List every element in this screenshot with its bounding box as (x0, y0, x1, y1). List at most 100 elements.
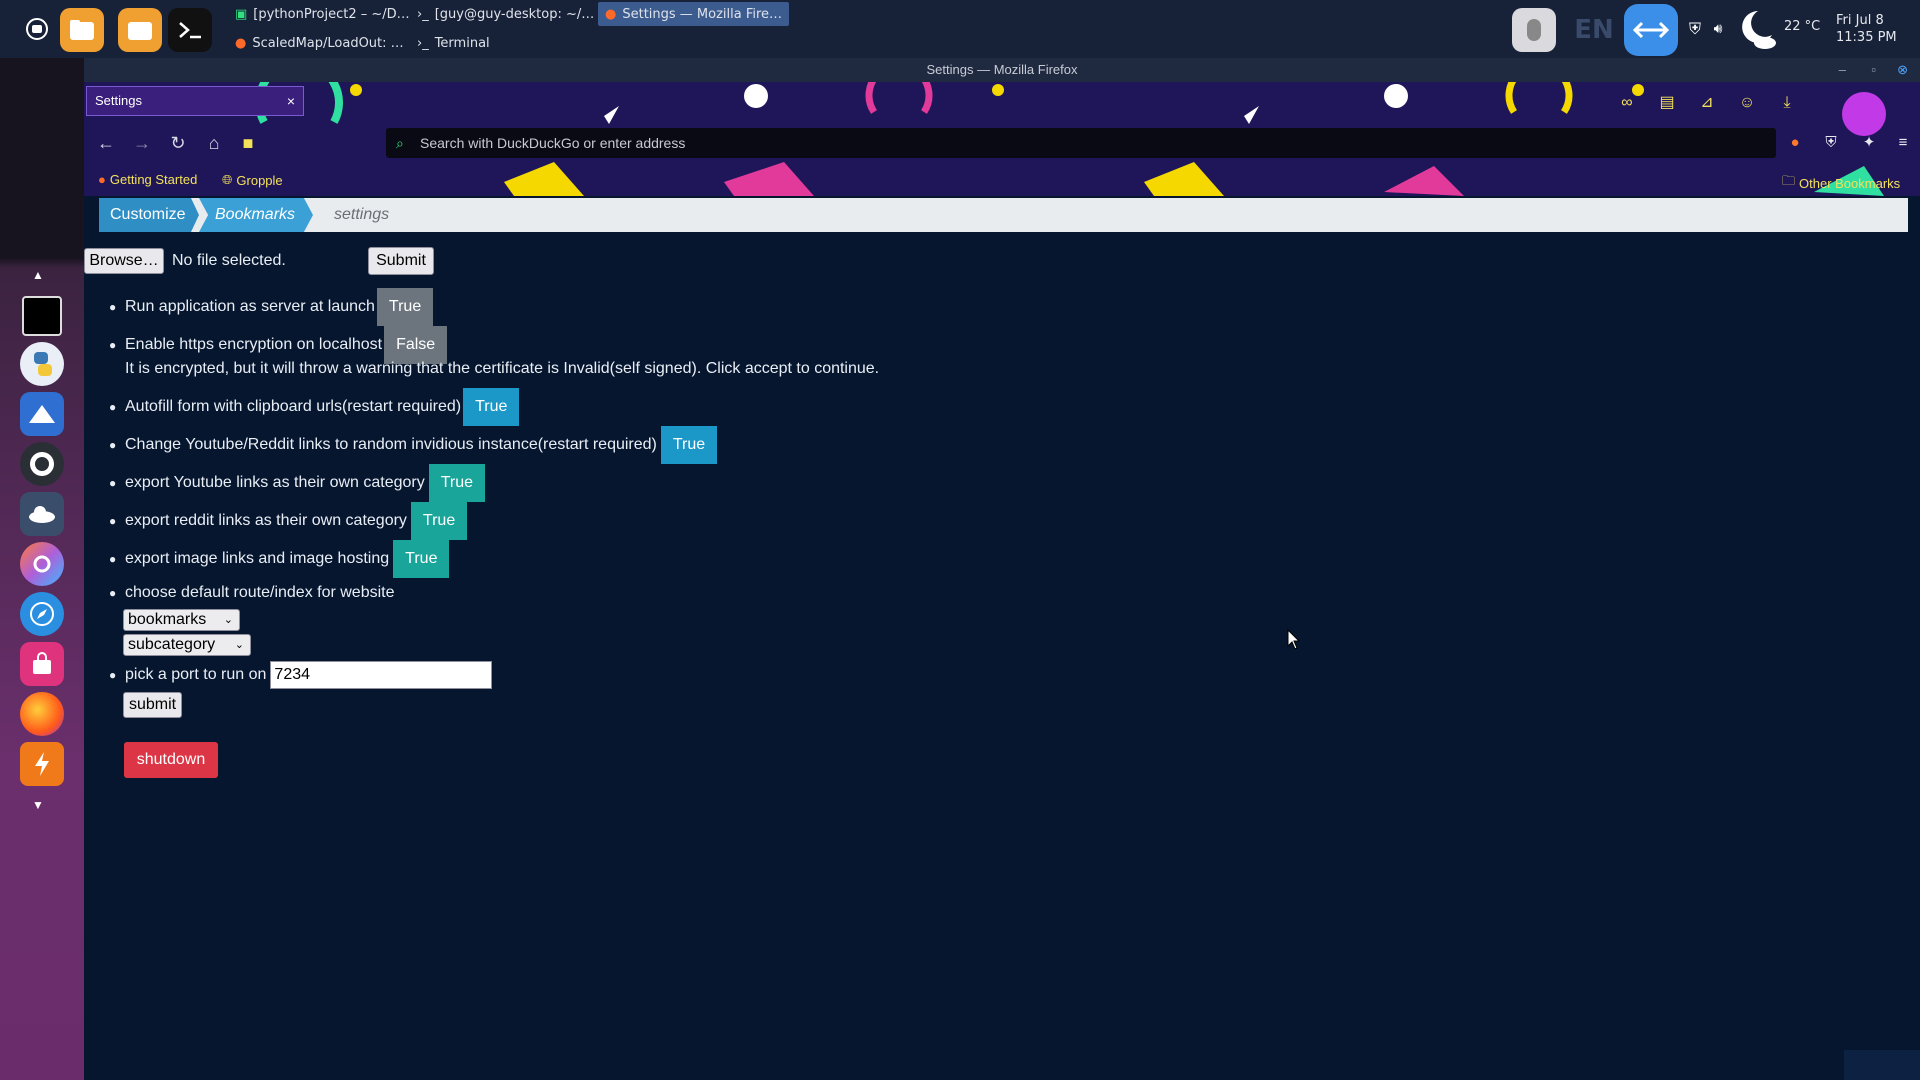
port-input[interactable] (270, 661, 493, 689)
toggle-server-launch-button[interactable]: True (376, 288, 434, 326)
setting-label: pick a port to run on (125, 666, 267, 683)
python-icon[interactable] (20, 342, 64, 386)
bullet: ● (109, 400, 117, 414)
remote-desktop-icon[interactable] (1624, 4, 1678, 56)
minimize-icon[interactable]: – (1839, 58, 1846, 82)
github-icon[interactable] (20, 442, 64, 486)
setting-youtube-category: ● export Youtube links as their own cate… (109, 464, 486, 502)
firefox-small-icon: ● (605, 6, 617, 22)
cast-icon[interactable]: ⊿ (1694, 90, 1720, 116)
toggle-youtube-button[interactable]: True (428, 464, 486, 502)
ublock-shield-icon[interactable]: ⛨ (1818, 130, 1844, 156)
search-icon: ⌕ (396, 135, 404, 151)
file-manager-icon[interactable] (118, 8, 162, 52)
port-submit-button[interactable]: submit (123, 692, 182, 718)
clock-time: 11:35 PM (1836, 30, 1897, 45)
firefox-small-icon: ● (235, 35, 247, 51)
dock-scroll-down-icon[interactable]: ▼ (32, 798, 44, 812)
browse-file-button[interactable]: Browse… (84, 248, 164, 274)
dock-scroll-up-icon[interactable]: ▲ (32, 268, 44, 282)
mouse-cursor-icon (1287, 629, 1301, 650)
subcategory-select[interactable]: subcategory ⌄ (123, 634, 251, 656)
breadcrumb-customize[interactable]: Customize (99, 198, 199, 232)
close-tab-icon[interactable]: × (287, 87, 295, 115)
toggle-invidious-button[interactable]: True (660, 426, 718, 464)
setting-https: ● Enable https encryption on localhost F… (109, 326, 448, 364)
route-select[interactable]: bookmarks ⌄ (123, 609, 240, 631)
lightning-icon[interactable] (20, 742, 64, 786)
task-scaledmap[interactable]: ● ScaledMap/LoadOut: … (228, 31, 411, 55)
dock: ▲ ▼ (0, 58, 84, 1080)
breadcrumb-bookmarks[interactable]: Bookmarks (199, 198, 313, 232)
setting-label: Run application as server at launch (125, 298, 375, 315)
clock-date: Fri Jul 8 (1836, 13, 1884, 28)
browser-chrome: Settings × ∞ ▤ ⊿ ☺ ⤓ ← → ↻ ⌂ ■ ⌕ Search … (84, 82, 1920, 196)
file-status: No file selected. (172, 252, 286, 269)
language-indicator[interactable]: EN (1572, 12, 1616, 48)
setting-label: choose default route/index for website (125, 584, 395, 601)
setting-label: Change Youtube/Reddit links to random in… (125, 436, 657, 453)
mouse-icon[interactable] (1512, 8, 1556, 52)
temperature-label: 22 °C (1784, 19, 1821, 34)
maximize-icon[interactable]: ▫ (1871, 58, 1876, 82)
route-select-value: bookmarks (128, 611, 207, 628)
clock[interactable]: Fri Jul 8 11:35 PM (1836, 12, 1897, 46)
task-pythonproject[interactable]: ▣ [pythonProject2 – ~/D… (228, 2, 417, 26)
duckduckgo-ext-icon[interactable]: ● (1782, 130, 1808, 156)
task-label: [guy@guy-desktop: ~/… (434, 6, 595, 22)
files-icon[interactable] (60, 8, 104, 52)
puzzle-extension-icon[interactable]: ✦ (1856, 130, 1882, 156)
setting-label: export Youtube links as their own catego… (125, 474, 425, 491)
setting-label: export image links and image hosting (125, 550, 390, 567)
vpn-mountain-icon[interactable] (20, 392, 64, 436)
containers-icon[interactable]: ▤ (1654, 90, 1680, 116)
forward-icon[interactable]: → (128, 128, 156, 158)
toggle-image-links-button[interactable]: True (393, 540, 450, 578)
bookmark-label: Gropple (236, 172, 283, 188)
address-bar[interactable]: ⌕ Search with DuckDuckGo or enter addres… (386, 128, 1776, 158)
app-menu-icon[interactable] (22, 14, 52, 44)
reload-icon[interactable]: ↻ (164, 128, 192, 158)
volume-icon[interactable]: 🔊︎ (1708, 18, 1728, 40)
shield-icon[interactable]: ⛨ (1684, 18, 1706, 40)
toggle-reddit-button[interactable]: True (410, 502, 468, 540)
terminal-icon[interactable] (168, 8, 212, 52)
toggle-autofill-button[interactable]: True (463, 388, 520, 426)
browser-compass-icon[interactable] (20, 592, 64, 636)
shopping-bag-icon[interactable] (20, 642, 64, 686)
firefox-icon[interactable] (20, 692, 64, 736)
firefox-dev-icon[interactable] (20, 542, 64, 586)
toggle-https-button[interactable]: False (384, 326, 448, 364)
task-terminal-guy[interactable]: ›_ [guy@guy-desktop: ~/… (410, 2, 601, 26)
close-window-icon[interactable]: ⊗ (1897, 58, 1908, 82)
bookmark-gropple[interactable]: 🌐︎ Gropple (222, 172, 283, 188)
cloud-icon[interactable] (20, 492, 64, 536)
task-label: Settings — Mozilla Fire… (622, 6, 783, 22)
terminal-icon[interactable] (22, 296, 62, 336)
download-icon[interactable]: ⤓ (1774, 90, 1800, 116)
home-icon[interactable]: ⌂ (200, 128, 228, 158)
corner-panel (1844, 1050, 1920, 1080)
shutdown-button[interactable]: shutdown (124, 742, 218, 778)
bullet: ● (109, 668, 117, 682)
setting-label: Enable https encryption on localhost (125, 336, 383, 353)
setting-label: export reddit links as their own categor… (125, 512, 407, 529)
account-icon[interactable]: ☺ (1734, 90, 1760, 116)
window-title: Settings — Mozilla Firefox (926, 62, 1078, 77)
tab-title: Settings (95, 93, 142, 108)
task-terminal[interactable]: ›_ Terminal (410, 31, 497, 55)
window-titlebar: Settings — Mozilla Firefox – ▫ ⊗ (84, 58, 1920, 82)
back-icon[interactable]: ← (92, 128, 120, 158)
hamburger-menu-icon[interactable]: ≡ (1890, 130, 1916, 156)
bookmark-page-icon[interactable]: ■ (234, 128, 262, 158)
bullet: ● (109, 476, 117, 490)
other-bookmarks[interactable]: 🗀 Other Bookmarks (1782, 172, 1900, 194)
bookmark-getting-started[interactable]: ● Getting Started (98, 172, 197, 187)
extensions-icon[interactable]: ∞ (1614, 90, 1640, 116)
setting-invidious: ● Change Youtube/Reddit links to random … (109, 426, 718, 464)
task-firefox-settings[interactable]: ● Settings — Mozilla Fire… (598, 2, 790, 26)
setting-autofill: ● Autofill form with clipboard urls(rest… (109, 388, 520, 426)
weather-moon-cloud-icon[interactable] (1738, 6, 1778, 52)
tab-settings[interactable]: Settings × (86, 86, 304, 116)
upload-submit-button[interactable]: Submit (368, 247, 434, 275)
